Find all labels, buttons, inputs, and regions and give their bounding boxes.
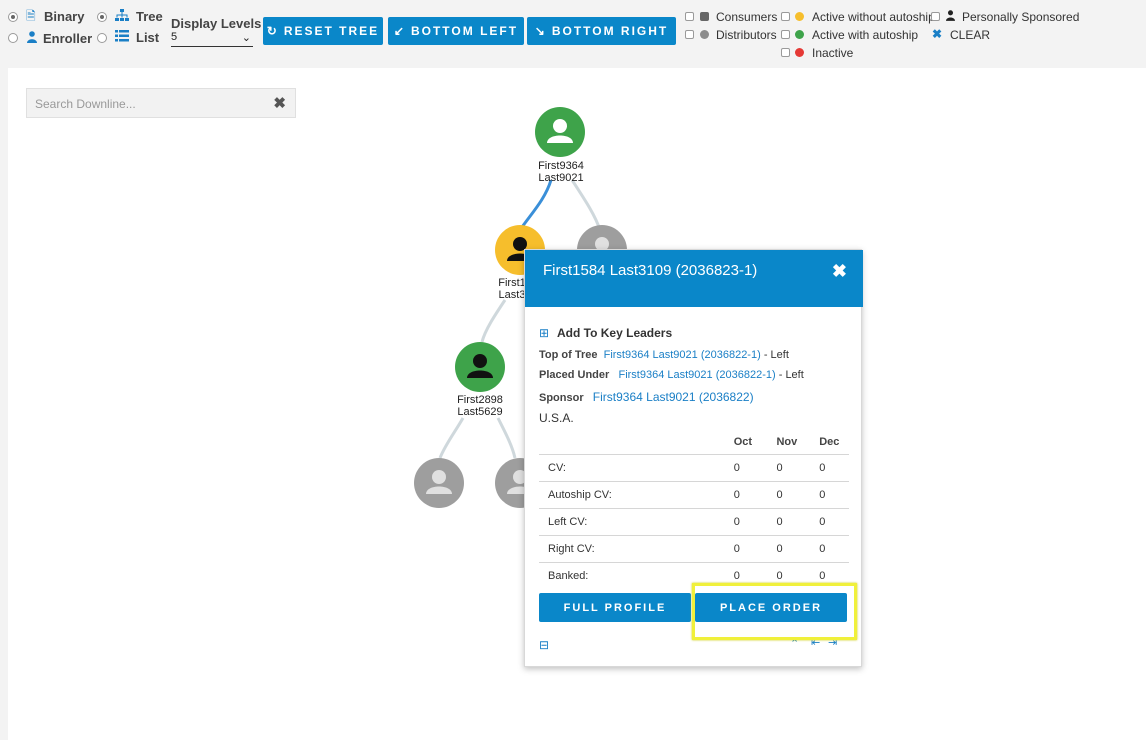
row-label: Left CV: (539, 508, 721, 536)
row-value: 0 (763, 508, 807, 536)
row-value: 0 (806, 481, 849, 509)
top-of-tree-row: Top of Tree First9364 Last9021 (2036822-… (539, 349, 789, 361)
row-value: 0 (763, 535, 807, 563)
full-profile-button[interactable]: FULL PROFILE (539, 593, 691, 622)
sponsor-row: Sponsor First9364 Last9021 (2036822) (539, 390, 754, 404)
placed-under-row: Placed Under First9364 Last9021 (2036822… (539, 369, 804, 381)
volume-table-header: Oct Nov Dec (539, 430, 849, 455)
row-value: 0 (720, 535, 764, 563)
left-left-first-name: First2898 (457, 394, 503, 406)
country-text: U.S.A. (539, 411, 574, 425)
table-row: CV: 0 0 0 (539, 454, 849, 482)
row-value: 0 (763, 454, 807, 482)
placed-under-side: - Left (778, 369, 804, 381)
table-row: Left CV: 0 0 0 (539, 508, 849, 536)
row-value: 0 (806, 508, 849, 536)
month-header: Oct (720, 430, 764, 455)
placed-under-link[interactable]: First9364 Last9021 (2036822-1) (618, 369, 775, 381)
user-avatar-icon (426, 470, 452, 494)
month-header: Dec (806, 430, 849, 455)
top-of-tree-link[interactable]: First9364 Last9021 (2036822-1) (604, 349, 761, 361)
row-value: 0 (806, 535, 849, 563)
root-first-name: First9364 (538, 160, 584, 172)
minus-square-icon[interactable]: ⊟ (539, 638, 549, 652)
row-value: 0 (763, 481, 807, 509)
close-icon[interactable]: ✖ (832, 261, 847, 282)
tree-node-root-name: First9364 Last9021 (521, 160, 601, 184)
row-label: Right CV: (539, 535, 721, 563)
left-left-last-name: Last5629 (457, 406, 503, 418)
tree-node-left-left[interactable] (455, 342, 505, 392)
root-last-name: Last9021 (538, 172, 584, 184)
place-order-highlight (692, 583, 857, 640)
tree-node-empty-slot[interactable] (414, 458, 464, 508)
placed-under-label: Placed Under (539, 369, 610, 381)
row-label: Autoship CV: (539, 481, 721, 509)
user-avatar-icon (547, 119, 573, 143)
volume-table-corner (539, 430, 721, 455)
table-row: Right CV: 0 0 0 (539, 535, 849, 563)
row-value: 0 (806, 454, 849, 482)
plus-square-icon[interactable]: ⊞ (539, 326, 549, 340)
sponsor-label: Sponsor (539, 392, 584, 404)
user-avatar-icon (467, 354, 493, 378)
sponsor-link[interactable]: First9364 Last9021 (2036822) (593, 390, 754, 404)
row-value: 0 (720, 508, 764, 536)
top-of-tree-label: Top of Tree (539, 349, 598, 361)
add-to-key-leaders-link[interactable]: Add To Key Leaders (557, 326, 672, 340)
top-of-tree-side: - Left (763, 349, 789, 361)
tree-node-left-left-name: First2898 Last5629 (440, 394, 520, 418)
month-header: Nov (763, 430, 807, 455)
volume-table: Oct Nov Dec CV: 0 0 0 Autoship CV: 0 0 0… (539, 430, 849, 589)
tree-node-root[interactable] (535, 107, 585, 157)
row-value: 0 (720, 481, 764, 509)
popup-header: First1584 Last3109 (2036823-1) ✖ (525, 250, 863, 307)
popup-title: First1584 Last3109 (2036823-1) (543, 262, 758, 279)
row-value: 0 (720, 454, 764, 482)
row-label: CV: (539, 454, 721, 482)
table-row: Autoship CV: 0 0 0 (539, 481, 849, 509)
